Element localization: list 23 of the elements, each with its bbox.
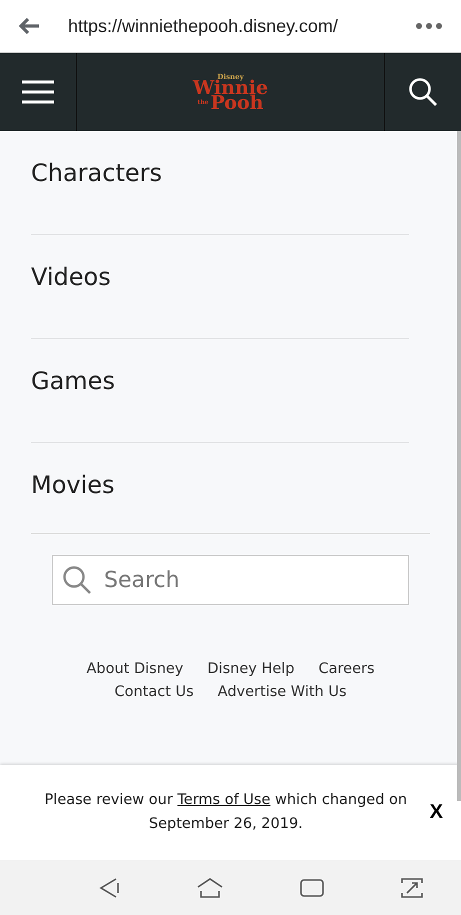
footer-link[interactable]: Advertise With Us [218, 684, 347, 700]
footer-link[interactable]: About Disney [86, 661, 184, 677]
back-icon[interactable] [98, 876, 120, 898]
back-arrow-icon[interactable] [18, 17, 40, 35]
more-icon[interactable] [415, 22, 443, 30]
home-icon[interactable] [197, 876, 224, 898]
search-icon [62, 565, 92, 595]
url-text[interactable]: https://winniethepooh.disney.com/ [68, 16, 387, 36]
menu-item[interactable]: Videos [31, 235, 409, 339]
menu-item[interactable]: Movies [31, 443, 409, 533]
footer-link[interactable]: Careers [318, 661, 375, 677]
expand-icon[interactable] [400, 876, 423, 898]
close-button[interactable]: X [424, 797, 449, 828]
search-field[interactable]: Search [52, 555, 409, 605]
terms-link[interactable]: Terms of Use [177, 792, 270, 808]
footer-link[interactable]: Disney Help [207, 661, 294, 677]
notice-text: Please review our Terms of Use which changed on September 26, 2019. [44, 791, 408, 834]
menu-item[interactable]: Games [31, 339, 409, 443]
menu-item[interactable]: Characters [31, 131, 409, 235]
menu-icon[interactable] [21, 80, 55, 104]
search-icon[interactable] [408, 77, 438, 107]
recent-apps-icon[interactable] [300, 878, 324, 898]
footer-link[interactable]: Contact Us [114, 684, 194, 700]
